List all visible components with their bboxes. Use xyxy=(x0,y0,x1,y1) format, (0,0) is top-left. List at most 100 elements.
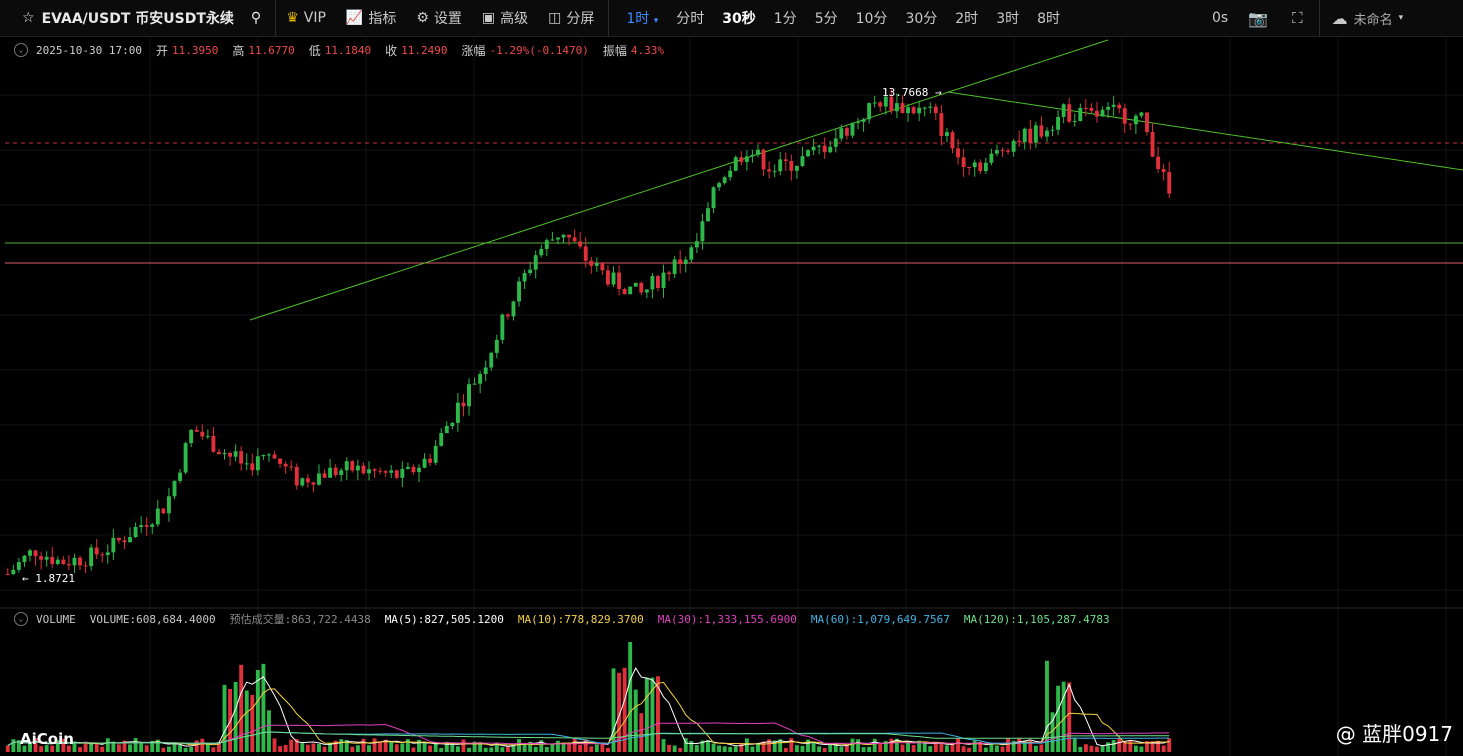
candle-body xyxy=(983,162,988,171)
candle-body xyxy=(11,569,16,575)
volume-bar xyxy=(372,738,377,752)
volume-bar xyxy=(922,742,927,752)
candle-body xyxy=(678,259,683,265)
candle-body xyxy=(611,272,616,285)
candle-body xyxy=(378,470,383,472)
volume-bar xyxy=(828,744,833,752)
volume-bar xyxy=(317,743,321,752)
volume-bar xyxy=(133,738,138,752)
volume-bar xyxy=(489,747,494,752)
candle-body xyxy=(361,465,366,474)
volume-bar xyxy=(589,746,594,752)
candle-body xyxy=(950,132,955,149)
candle-body xyxy=(544,240,549,249)
candle-body xyxy=(778,159,783,172)
candle-body xyxy=(489,352,494,368)
open-value: 11.3950 xyxy=(171,43,219,57)
volume-ma5: MA(5):827,505.1200 xyxy=(384,612,504,626)
volume-ma120: MA(120):1,105,287.4783 xyxy=(963,612,1110,626)
volume-bar xyxy=(305,744,310,752)
amplitude-label: 振幅 xyxy=(602,43,627,58)
volume-bar xyxy=(161,747,166,752)
candle-body xyxy=(761,149,766,170)
volume-bar xyxy=(355,745,360,752)
volume-bar xyxy=(378,742,383,752)
candle-body xyxy=(222,452,227,455)
candle-body xyxy=(61,559,66,565)
candle-body xyxy=(1089,107,1094,111)
volume-ma10: MA(10):778,829.3700 xyxy=(517,612,644,626)
volume-bar xyxy=(1095,746,1099,752)
collapse-icon[interactable]: ⌄ xyxy=(14,43,28,57)
volume-bar xyxy=(267,710,271,752)
candle-body xyxy=(217,451,221,455)
candle-body xyxy=(89,547,94,567)
candle-body xyxy=(1150,131,1155,157)
candle-body xyxy=(355,465,360,471)
volume-bar xyxy=(1156,740,1161,752)
volume-bar xyxy=(944,745,949,752)
candle-body xyxy=(867,103,872,120)
volume-bar xyxy=(500,747,505,752)
volume-bar xyxy=(767,739,772,752)
candle-body xyxy=(850,122,855,136)
amplitude-value: 4.33% xyxy=(630,43,664,57)
candle-body xyxy=(672,259,677,275)
candle-body xyxy=(394,470,399,478)
volume-bar xyxy=(422,743,427,752)
candle-body xyxy=(783,159,788,162)
candle-body xyxy=(128,537,132,543)
volume-bar xyxy=(255,670,260,752)
volume-bar xyxy=(166,746,171,752)
candle-body xyxy=(300,478,305,486)
candlestick-chart[interactable]: 13.7668 → ← 1.8721 xyxy=(0,0,1463,756)
candle-body xyxy=(667,272,672,275)
volume-bar xyxy=(750,746,755,752)
candle-body xyxy=(1050,129,1055,131)
volume-bar xyxy=(972,740,977,752)
ohlc-datetime: 2025-10-30 17:00 xyxy=(36,43,142,57)
volume-bar xyxy=(1045,660,1049,752)
volume-bar xyxy=(872,738,877,752)
volume-bar xyxy=(339,739,344,752)
volume-bar xyxy=(1128,740,1133,752)
candle-body xyxy=(1106,106,1111,110)
candle-body xyxy=(50,556,55,564)
candle-body xyxy=(1161,169,1166,173)
candle-body xyxy=(1095,110,1099,117)
volume-title: VOLUME xyxy=(36,612,76,626)
candle-body xyxy=(583,246,588,261)
candle-body xyxy=(1033,125,1038,143)
candle-body xyxy=(806,150,810,157)
volume-bar xyxy=(950,743,955,752)
volume-bar xyxy=(661,739,666,752)
candle-body xyxy=(339,470,344,476)
candle-body xyxy=(906,107,910,114)
volume-bar xyxy=(11,739,16,752)
candle-body xyxy=(39,556,44,560)
volume-bar xyxy=(928,746,933,752)
volume-bar xyxy=(689,740,694,752)
candle-body xyxy=(689,247,694,260)
candle-body xyxy=(911,107,916,114)
candle-body xyxy=(405,466,410,469)
trend-line-upper xyxy=(249,39,1109,321)
candle-body xyxy=(628,286,633,295)
collapse-icon[interactable]: ⌄ xyxy=(14,612,28,626)
volume-bar xyxy=(728,746,733,752)
volume-bar xyxy=(300,743,305,752)
candle-body xyxy=(511,301,516,317)
candle-body xyxy=(467,384,471,407)
candle-body xyxy=(639,282,644,293)
candle-body xyxy=(122,540,127,543)
volume-bar xyxy=(933,742,938,752)
volume-bar xyxy=(178,745,182,752)
candle-body xyxy=(100,554,105,556)
volume-bar xyxy=(856,739,860,752)
volume-bar xyxy=(1000,746,1005,752)
candle-body xyxy=(105,552,110,556)
volume-bar xyxy=(533,746,538,752)
candle-body xyxy=(589,260,594,266)
candle-body xyxy=(978,162,983,171)
volume-ma-lines xyxy=(7,667,1170,747)
